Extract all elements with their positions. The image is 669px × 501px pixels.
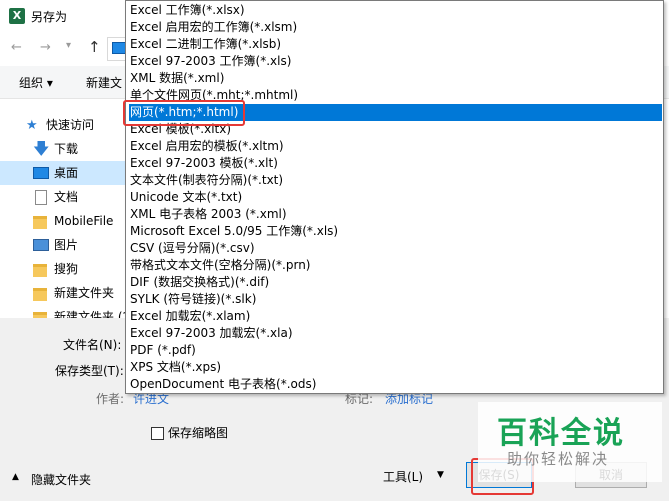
sidebar-item-label: 快速访问	[46, 118, 95, 132]
organize-button[interactable]: 组织 ▾	[19, 74, 53, 91]
sidebar-item-label: 桌面	[54, 166, 79, 180]
save-thumbnail-label: 保存缩略图	[168, 426, 229, 440]
sidebar-item-new-folder-2[interactable]: 新建文件夹 (2	[0, 305, 128, 318]
folder-icon	[33, 288, 47, 301]
download-arrow-icon: 🡇	[33, 139, 50, 158]
save-type-option[interactable]: OpenDocument 电子表格(*.ods)	[129, 376, 662, 393]
save-type-option[interactable]: SYLK (符号链接)(*.slk)	[129, 291, 662, 308]
watermark-logo-text: 百科全说	[497, 416, 625, 451]
folder-icon	[33, 264, 47, 277]
save-type-option[interactable]: Microsoft Excel 5.0/95 工作簿(*.xls)	[129, 223, 662, 240]
navigation-pane: ★ 快速访问 🡇 下载 桌面 文档 MobileFile 图片 搜狗 新建文件夹…	[0, 100, 129, 318]
save-type-option[interactable]: CSV (逗号分隔)(*.csv)	[129, 240, 662, 257]
hide-folders-button[interactable]: 隐藏文件夹	[31, 471, 91, 488]
save-type-option[interactable]: DIF (数据交换格式)(*.dif)	[129, 274, 662, 291]
sidebar-item-new-folder[interactable]: 新建文件夹	[0, 281, 128, 305]
new-folder-button[interactable]: 新建文	[86, 74, 122, 91]
save-type-option[interactable]: Excel 97-2003 工作簿(*.xls)	[129, 53, 662, 70]
save-type-option[interactable]: Excel 工作簿(*.xlsx)	[129, 2, 662, 19]
sidebar-item-label: MobileFile	[54, 214, 114, 228]
html-option-highlight-box	[123, 100, 245, 126]
save-type-option[interactable]: 带格式文本文件(空格分隔)(*.prn)	[129, 257, 662, 274]
save-type-option[interactable]: XPS 文档(*.xps)	[129, 359, 662, 376]
save-thumbnail-checkbox[interactable]	[151, 427, 164, 440]
sidebar-item-label: 下载	[54, 142, 79, 156]
save-type-option[interactable]: Excel 97-2003 模板(*.xlt)	[129, 155, 662, 172]
save-type-option[interactable]: XML 数据(*.xml)	[129, 70, 662, 87]
sidebar-item-label: 文档	[54, 190, 79, 204]
tools-button[interactable]: 工具(L)	[383, 468, 423, 485]
savetype-label: 保存类型(T):	[55, 364, 124, 378]
document-icon	[35, 190, 47, 205]
folder-icon	[33, 216, 47, 229]
star-icon: ★	[26, 118, 38, 133]
save-type-option[interactable]: Excel 启用宏的模板(*.xltm)	[129, 138, 662, 155]
sidebar-item-mobilefile[interactable]: MobileFile	[0, 209, 128, 233]
sidebar-item-downloads[interactable]: 🡇 下载	[0, 137, 128, 161]
tools-chevron-down-icon[interactable]: ▼	[437, 470, 444, 480]
sidebar-item-label: 新建文件夹 (2	[54, 310, 128, 318]
save-type-option[interactable]: Excel 97-2003 加载宏(*.xla)	[129, 325, 662, 342]
save-type-option[interactable]: Excel 二进制工作簿(*.xlsb)	[129, 36, 662, 53]
sidebar-item-pictures[interactable]: 图片	[0, 233, 128, 257]
watermark-slogan: 助你轻松解决	[507, 450, 610, 468]
forward-arrow-icon[interactable]: →	[40, 40, 51, 55]
sidebar-item-desktop[interactable]: 桌面	[0, 161, 128, 185]
sidebar-item-quick-access[interactable]: ★ 快速访问	[0, 113, 128, 137]
sidebar-item-documents[interactable]: 文档	[0, 185, 128, 209]
save-type-option[interactable]: Excel 加载宏(*.xlam)	[129, 308, 662, 325]
save-type-option[interactable]: Unicode 文本(*.txt)	[129, 189, 662, 206]
window-title: 另存为	[31, 10, 68, 24]
up-arrow-icon[interactable]: ↑	[88, 38, 101, 56]
excel-app-icon: X	[9, 8, 25, 24]
chevron-up-icon[interactable]: ▲	[12, 472, 19, 482]
author-label: 作者:	[96, 392, 125, 406]
pictures-icon	[33, 239, 49, 251]
sidebar-item-label: 新建文件夹	[54, 286, 115, 300]
save-type-option[interactable]: Excel 启用宏的工作簿(*.xlsm)	[129, 19, 662, 36]
sidebar-item-label: 搜狗	[54, 262, 79, 276]
recent-locations-chevron-icon[interactable]: ▾	[66, 40, 71, 51]
save-type-option[interactable]: XML 电子表格 2003 (*.xml)	[129, 206, 662, 223]
save-type-dropdown-list[interactable]: Excel 工作簿(*.xlsx) Excel 启用宏的工作簿(*.xlsm) Ex…	[125, 0, 664, 394]
desktop-icon	[33, 167, 49, 179]
sidebar-item-label: 图片	[54, 238, 79, 252]
filename-label: 文件名(N):	[63, 338, 122, 352]
save-type-option[interactable]: PDF (*.pdf)	[129, 342, 662, 359]
save-type-option[interactable]: 文本文件(制表符分隔)(*.txt)	[129, 172, 662, 189]
sidebar-item-sogou[interactable]: 搜狗	[0, 257, 128, 281]
back-arrow-icon[interactable]: ←	[11, 40, 22, 55]
